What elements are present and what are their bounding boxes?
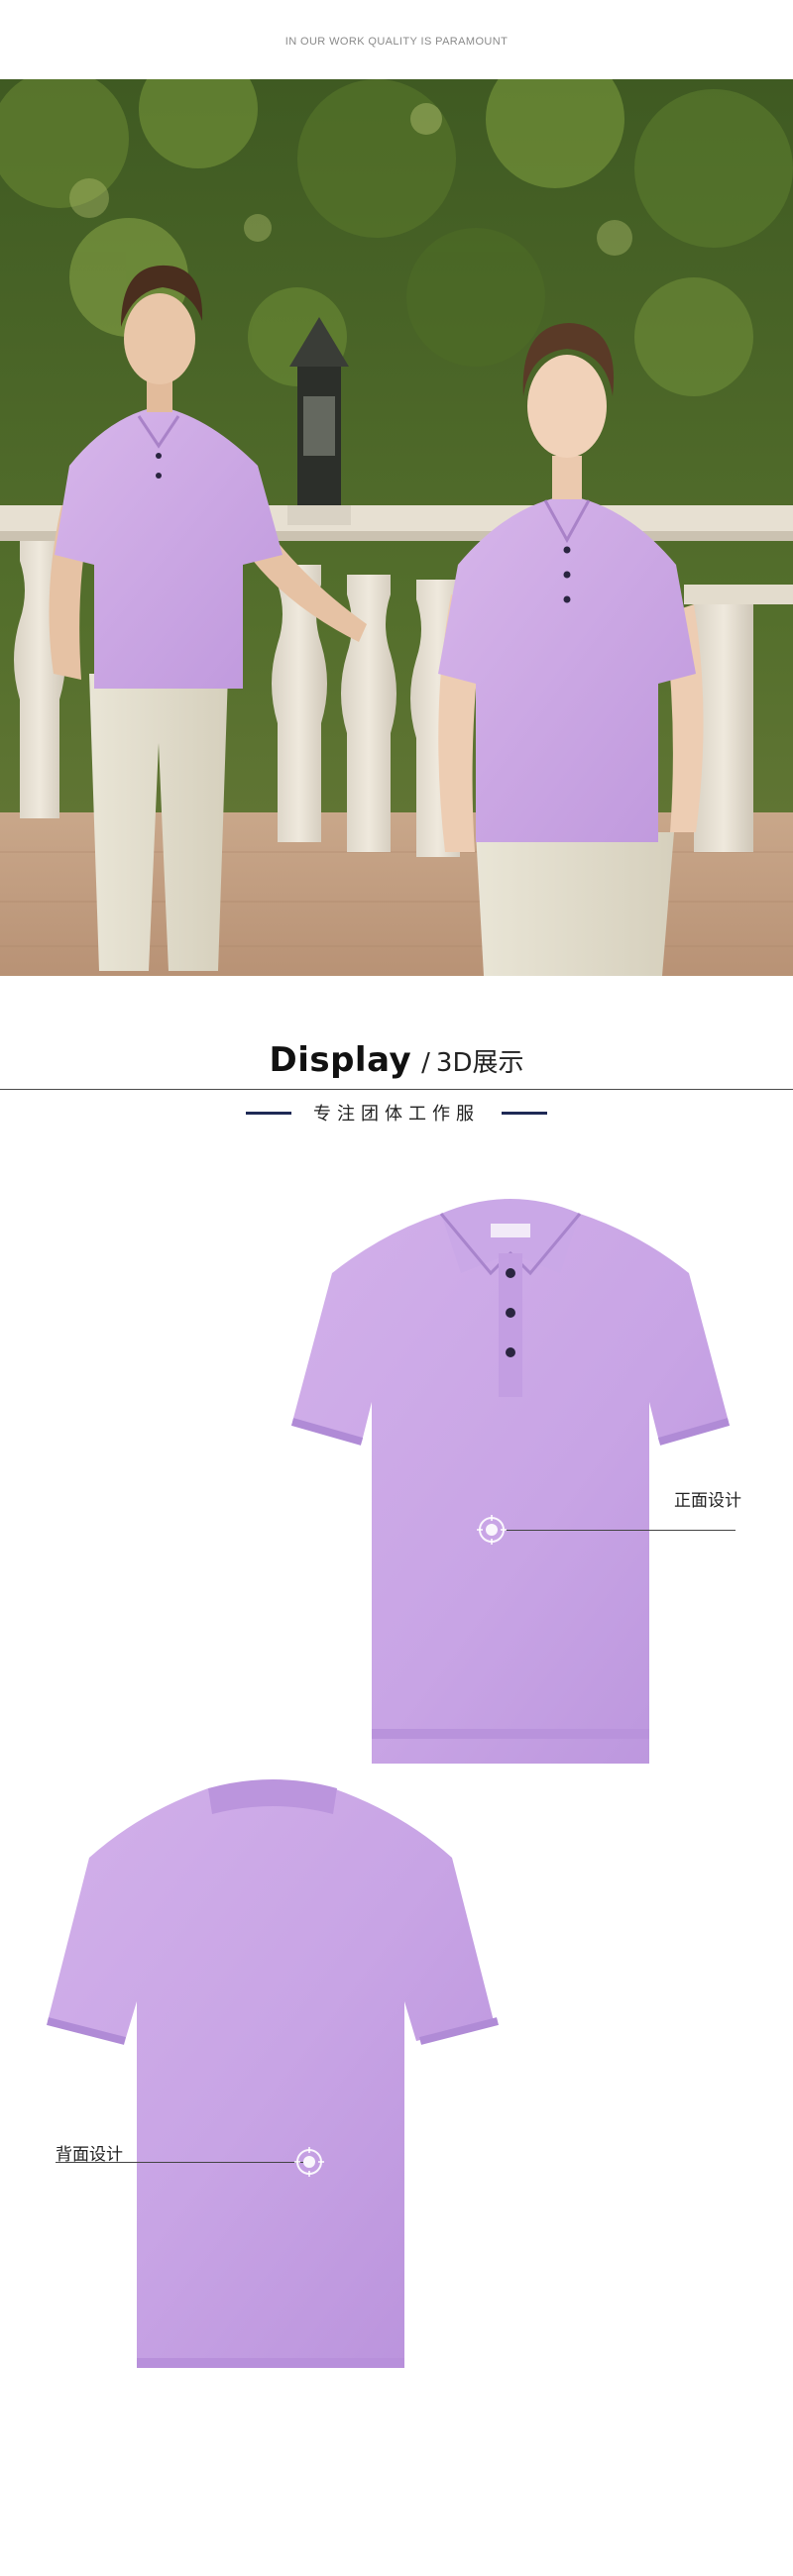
hero-photo <box>0 79 793 976</box>
right-accent-dash <box>502 1111 547 1115</box>
front-design-label: 正面设计 <box>674 1491 741 1511</box>
section-tagline-cn: 专注团体工作服 <box>313 1104 480 1125</box>
polo-front-image <box>283 1154 738 1793</box>
heading-divider <box>0 1089 793 1090</box>
back-target-icon[interactable] <box>294 2147 324 2177</box>
front-target-icon[interactable] <box>477 1515 507 1545</box>
back-callout-line <box>56 2162 303 2163</box>
brand-tagline: IN OUR WORK QUALITY IS PARAMOUNT <box>284 36 509 48</box>
display-subtitle: 3D展示 <box>435 1048 524 1078</box>
front-callout-line <box>506 1530 736 1531</box>
heading-slash: / <box>421 1048 430 1078</box>
display-title: Display <box>269 1040 412 1080</box>
left-accent-dash <box>246 1111 291 1115</box>
section-heading: Display /3D展示 <box>0 1040 793 1080</box>
polo-back-image <box>40 1778 506 2378</box>
section-subheading: 专注团体工作服 <box>0 1098 793 1127</box>
